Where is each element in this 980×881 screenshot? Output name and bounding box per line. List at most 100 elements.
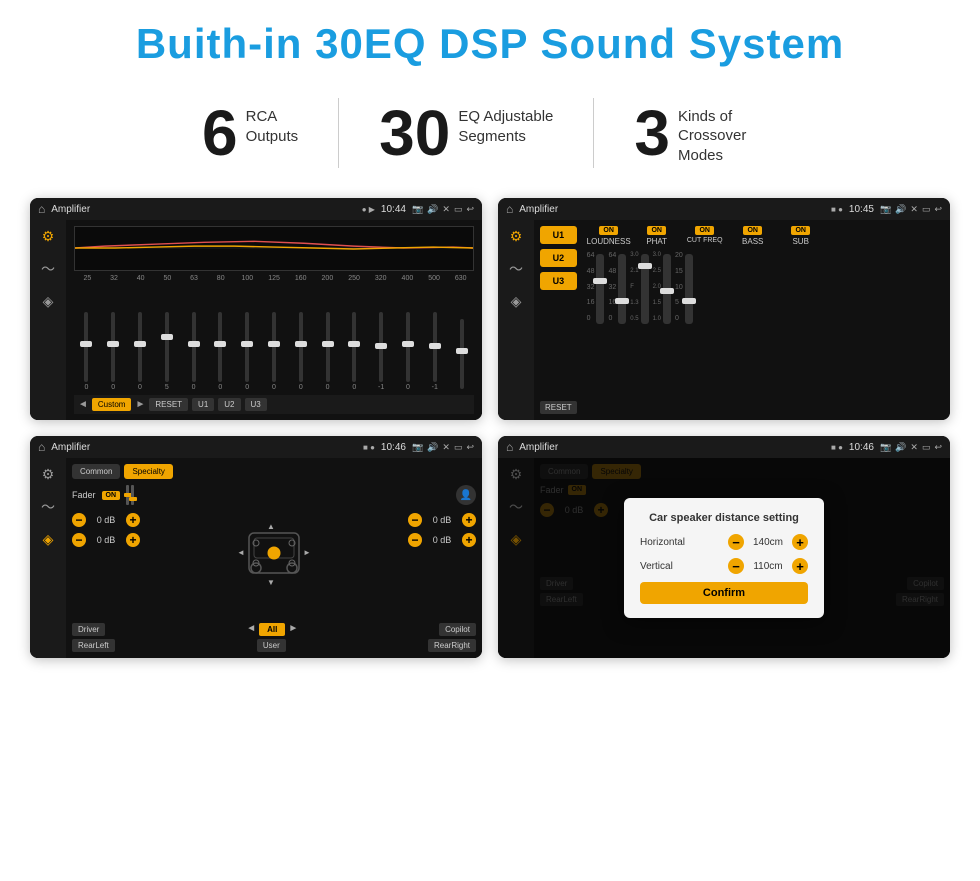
back-icon[interactable]: ↩: [466, 204, 474, 215]
dialog-close-icon[interactable]: ✕: [910, 442, 918, 453]
dialog-home-icon[interactable]: ⌂: [506, 440, 513, 454]
left-arrow-icon[interactable]: ◄: [246, 623, 256, 636]
eq-slider-3: 5: [154, 311, 179, 391]
db-plus-3[interactable]: +: [462, 513, 476, 527]
bass-on[interactable]: ON: [743, 226, 762, 235]
fader-bottom-btns: Driver ◄ All ► Copilot: [72, 623, 476, 636]
fader-app-name: Amplifier: [51, 442, 357, 453]
amp-reset-btn[interactable]: RESET: [540, 401, 577, 414]
all-btn[interactable]: All: [259, 623, 285, 636]
cutfreq-slider-group: 3.02.1F1.30.5: [630, 252, 648, 414]
eq-slider-12: 0: [396, 311, 421, 391]
eq-u2-btn[interactable]: U2: [218, 398, 240, 411]
db-value-3: 0 dB: [426, 515, 458, 525]
fader-close-icon[interactable]: ✕: [442, 442, 450, 453]
db-value-1: 0 dB: [90, 515, 122, 525]
right-arrow-icon[interactable]: ►: [288, 623, 298, 636]
dialog-volume-icon: 🔊: [895, 442, 906, 453]
stat-rca-text: RCA Outputs: [246, 101, 299, 146]
db-plus-4[interactable]: +: [462, 533, 476, 547]
db-minus-3[interactable]: −: [408, 513, 422, 527]
close-icon[interactable]: ✕: [442, 204, 450, 215]
confirm-button[interactable]: Confirm: [640, 582, 808, 604]
fader-sidebar-eq-icon[interactable]: ⚙: [42, 466, 55, 483]
fader-tabs: Common Specialty: [72, 464, 476, 479]
amp-channels: ON LOUDNESS ON PHAT ON CUT FREQ: [587, 226, 944, 414]
cutfreq-on[interactable]: ON: [695, 226, 714, 235]
tab-common[interactable]: Common: [72, 464, 120, 479]
user-btn[interactable]: User: [257, 639, 286, 652]
eq-u1-btn[interactable]: U1: [192, 398, 214, 411]
dialog-vertical-plus[interactable]: +: [792, 558, 808, 574]
dialog-horizontal-plus[interactable]: +: [792, 534, 808, 550]
amp-dot-icon: ■ ●: [831, 205, 843, 214]
dialog-vertical-minus[interactable]: −: [728, 558, 744, 574]
eq-slider-14: [449, 311, 474, 391]
page-wrapper: Buith-in 30EQ DSP Sound System 6 RCA Out…: [0, 0, 980, 678]
amp-home-icon[interactable]: ⌂: [506, 202, 513, 216]
tab-specialty[interactable]: Specialty: [124, 464, 172, 479]
db-minus-4[interactable]: −: [408, 533, 422, 547]
amp-app-name: Amplifier: [519, 204, 825, 215]
db-plus-1[interactable]: +: [126, 513, 140, 527]
dialog-horizontal-value: 140cm: [748, 537, 788, 548]
preset-u1-btn[interactable]: U1: [540, 226, 577, 244]
dialog-screen-content: ⚙ 〜 ◈ Common Specialty Fader ON: [498, 458, 950, 658]
eq-reset-btn[interactable]: RESET: [149, 398, 188, 411]
eq-slider-10: 0: [342, 311, 367, 391]
eq-slider-0: 0: [74, 311, 99, 391]
preset-u3-btn[interactable]: U3: [540, 272, 577, 290]
next-arrow-icon[interactable]: ►: [135, 399, 145, 410]
dialog-back-icon[interactable]: ↩: [934, 442, 942, 453]
eq-time: 10:44: [381, 204, 406, 215]
db-minus-1[interactable]: −: [72, 513, 86, 527]
fader-home-icon[interactable]: ⌂: [38, 440, 45, 454]
rearright-btn[interactable]: RearRight: [428, 639, 476, 652]
copilot-btn[interactable]: Copilot: [439, 623, 476, 636]
amp-sidebar-speaker-icon[interactable]: ◈: [511, 293, 522, 310]
stat-rca: 6 RCA Outputs: [162, 101, 338, 165]
dialog-horizontal-minus[interactable]: −: [728, 534, 744, 550]
sidebar-wave-icon[interactable]: 〜: [41, 259, 55, 279]
fader-sidebar: ⚙ 〜 ◈: [30, 458, 66, 658]
fader-sidebar-wave-icon[interactable]: 〜: [41, 497, 55, 517]
svg-text:►: ►: [303, 548, 311, 557]
fader-sidebar-speaker-icon[interactable]: ◈: [43, 531, 54, 548]
rearleft-btn[interactable]: RearLeft: [72, 639, 115, 652]
eq-u3-btn[interactable]: U3: [245, 398, 267, 411]
prev-arrow-icon[interactable]: ◄: [78, 399, 88, 410]
amp-sidebar-wave-icon[interactable]: 〜: [509, 259, 523, 279]
screen-amp: ⌂ Amplifier ■ ● 10:45 📷 🔊 ✕ ▭ ↩ ⚙ 〜: [498, 198, 950, 420]
amp-close-icon[interactable]: ✕: [910, 204, 918, 215]
screen-dialog: ⌂ Amplifier ■ ● 10:46 📷 🔊 ✕ ▭ ↩ ⚙ 〜: [498, 436, 950, 658]
fader-left-controls: − 0 dB + − 0 dB +: [72, 513, 216, 619]
window-icon: ▭: [454, 204, 463, 215]
home-icon[interactable]: ⌂: [38, 202, 45, 216]
driver-btn[interactable]: Driver: [72, 623, 105, 636]
phat-on[interactable]: ON: [647, 226, 666, 235]
amp-main-area: U1 U2 U3 RESET ON LOUDNESS: [534, 220, 950, 420]
eq-status-bar: ⌂ Amplifier ● ▶ 10:44 📷 🔊 ✕ ▭ ↩: [30, 198, 482, 220]
fader-back-icon[interactable]: ↩: [466, 442, 474, 453]
amp-sidebar-eq-icon[interactable]: ⚙: [510, 228, 523, 245]
eq-slider-11: -1: [369, 311, 394, 391]
amp-sidebar: ⚙ 〜 ◈: [498, 220, 534, 420]
dialog-camera-icon: 📷: [880, 442, 891, 453]
sidebar-speaker-icon[interactable]: ◈: [43, 293, 54, 310]
fader-main: Common Specialty Fader ON: [66, 458, 482, 658]
dialog-overlay: Car speaker distance setting Horizontal …: [498, 458, 950, 658]
amp-back-icon[interactable]: ↩: [934, 204, 942, 215]
loudness-on[interactable]: ON: [599, 226, 618, 235]
dialog-window-icon: ▭: [922, 442, 931, 453]
preset-u2-btn[interactable]: U2: [540, 249, 577, 267]
fader-on-badge[interactable]: ON: [102, 491, 121, 500]
eq-custom-btn[interactable]: Custom: [92, 398, 132, 411]
db-minus-2[interactable]: −: [72, 533, 86, 547]
sub-on[interactable]: ON: [791, 226, 810, 235]
channel-bass: ON BASS: [731, 226, 775, 248]
amp-volume-icon: 🔊: [895, 204, 906, 215]
dialog-horizontal-control: − 140cm +: [728, 534, 808, 550]
sidebar-eq-icon[interactable]: ⚙: [42, 228, 55, 245]
dialog-box: Car speaker distance setting Horizontal …: [624, 498, 824, 618]
db-plus-2[interactable]: +: [126, 533, 140, 547]
